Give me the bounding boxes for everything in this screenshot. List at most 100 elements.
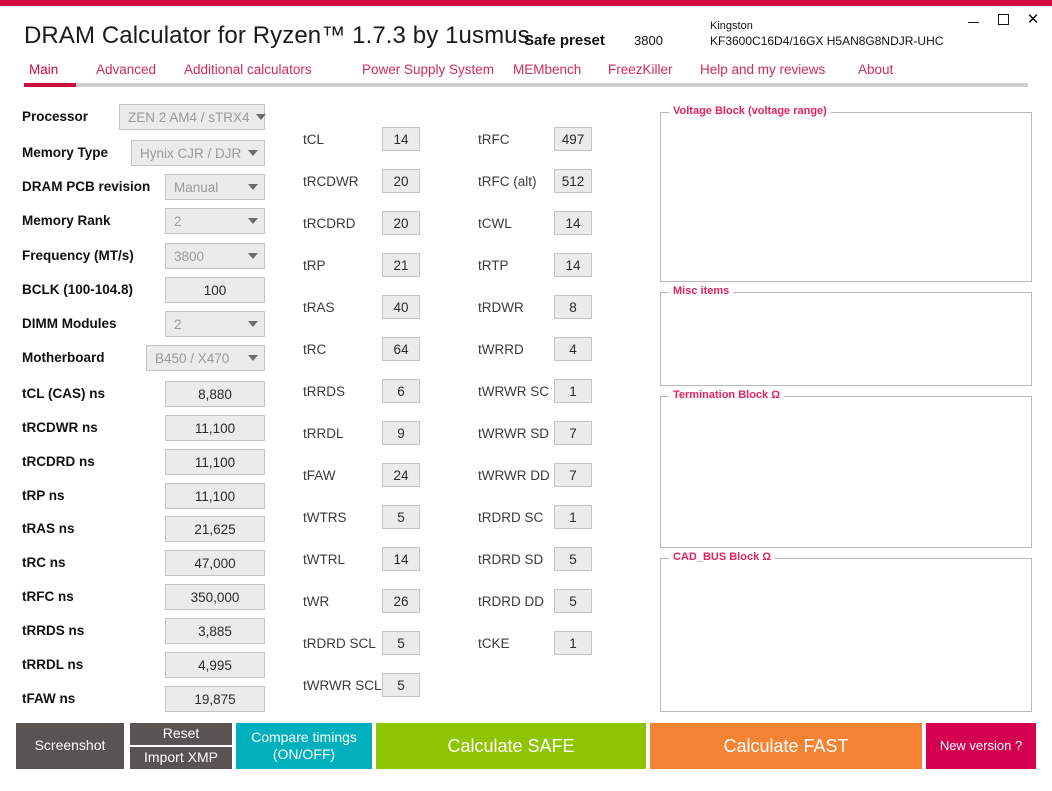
config-label-trrds-ns: tRRDS ns — [22, 623, 85, 638]
cad-bus-block-title: CAD_BUS Block Ω — [669, 551, 776, 563]
config-select-memory-rank[interactable]: 2 — [165, 208, 265, 234]
tab-additional-calculators[interactable]: Additional calculators — [184, 62, 312, 77]
timing-input-twrwr-dd[interactable]: 7 — [554, 463, 592, 487]
config-select-frequency-mt-s[interactable]: 3800 — [165, 243, 265, 269]
timing-input-trdrd-dd[interactable]: 5 — [554, 589, 592, 613]
chevron-down-icon — [248, 184, 258, 190]
timing-input-trc[interactable]: 64 — [382, 337, 420, 361]
config-select-motherboard[interactable]: B450 / X470 — [146, 345, 265, 371]
timing-input-twtrs[interactable]: 5 — [382, 505, 420, 529]
config-input-trfc-ns[interactable]: 350,000 — [165, 584, 265, 610]
calculate-safe-button[interactable]: Calculate SAFE — [376, 723, 646, 769]
config-label-trrdl-ns: tRRDL ns — [22, 657, 84, 672]
config-input-tcl-cas-ns[interactable]: 8,880 — [165, 381, 265, 407]
config-select-memory-type[interactable]: Hynix CJR / DJR — [131, 140, 265, 166]
config-select-value-motherboard: B450 / X470 — [155, 350, 230, 366]
maximize-button[interactable] — [988, 6, 1018, 32]
config-input-trcdwr-ns[interactable]: 11,100 — [165, 415, 265, 441]
minimize-icon — [967, 21, 979, 23]
timing-input-trcdwr[interactable]: 20 — [382, 169, 420, 193]
timing-label-trdrd-sc: tRDRD SC — [478, 510, 544, 525]
page-title: DRAM Calculator for Ryzen™ 1.7.3 by 1usm… — [24, 22, 530, 49]
timing-input-tcke[interactable]: 1 — [554, 631, 592, 655]
calculate-fast-button[interactable]: Calculate FAST — [650, 723, 922, 769]
close-button[interactable]: ✕ — [1018, 6, 1048, 32]
timing-input-twrwr-sc[interactable]: 1 — [554, 379, 592, 403]
chevron-down-icon — [248, 321, 258, 327]
timing-label-trdrd-sd: tRDRD SD — [478, 552, 544, 567]
timing-input-trtp[interactable]: 14 — [554, 253, 592, 277]
reset-button[interactable]: Reset — [130, 723, 232, 745]
maximize-icon — [997, 13, 1009, 25]
timing-input-trdrd-sd[interactable]: 5 — [554, 547, 592, 571]
config-input-trrds-ns[interactable]: 3,885 — [165, 618, 265, 644]
timing-input-twtrl[interactable]: 14 — [382, 547, 420, 571]
timing-label-twtrs: tWTRS — [303, 510, 347, 525]
timing-input-twr[interactable]: 26 — [382, 589, 420, 613]
misc-items-title: Misc items — [669, 285, 734, 297]
compare-timings-button[interactable]: Compare timings (ON/OFF) — [236, 723, 372, 769]
timing-input-tras[interactable]: 40 — [382, 295, 420, 319]
tab-power-supply-system[interactable]: Power Supply System — [362, 62, 494, 77]
config-label-dram-pcb-revision: DRAM PCB revision — [22, 179, 151, 194]
config-select-dram-pcb-revision[interactable]: Manual — [165, 174, 265, 200]
timing-input-trdrd-sc[interactable]: 1 — [554, 505, 592, 529]
config-label-tcl-cas-ns: tCL (CAS) ns — [22, 386, 105, 401]
timing-input-trp[interactable]: 21 — [382, 253, 420, 277]
cad-bus-block-group: CAD_BUS Block Ω Rec.Alt. 1Alt. 2Alt. 3CA… — [660, 551, 1032, 712]
termination-block-title: Termination Block Ω — [669, 389, 785, 401]
timing-label-twtrl: tWTRL — [303, 552, 345, 567]
config-label-trfc-ns: tRFC ns — [22, 589, 74, 604]
config-input-tfaw-ns[interactable]: 19,875 — [165, 686, 265, 712]
voltage-block-title: Voltage Block (voltage range) — [669, 105, 831, 117]
timing-label-twrwr-scl: tWRWR SCL — [303, 678, 382, 693]
timing-label-trdwr: tRDWR — [478, 300, 524, 315]
config-label-processor: Processor — [22, 109, 89, 124]
timing-input-trdrd-scl[interactable]: 5 — [382, 631, 420, 655]
config-input-bclk-100-104-8[interactable]: 100 — [165, 277, 265, 303]
timing-label-trcdwr: tRCDWR — [303, 174, 359, 189]
timing-input-trrds[interactable]: 6 — [382, 379, 420, 403]
timing-input-trfc[interactable]: 497 — [554, 127, 592, 151]
tab-freezkiller[interactable]: FreezKiller — [608, 62, 673, 77]
timing-label-tcwl: tCWL — [478, 216, 512, 231]
config-input-trp-ns[interactable]: 11,100 — [165, 483, 265, 509]
timing-label-trdrd-scl: tRDRD SCL — [303, 636, 376, 651]
tab-main[interactable]: Main — [29, 62, 58, 77]
config-select-value-dram-pcb-revision: Manual — [174, 179, 219, 195]
timing-input-trfc-alt[interactable]: 512 — [554, 169, 592, 193]
tab-membench[interactable]: MEMbench — [513, 62, 581, 77]
timing-input-trcdrd[interactable]: 20 — [382, 211, 420, 235]
config-input-trrdl-ns[interactable]: 4,995 — [165, 652, 265, 678]
window-controls: ✕ — [958, 6, 1048, 32]
config-select-value-memory-type: Hynix CJR / DJR — [140, 145, 242, 161]
minimize-button[interactable] — [958, 6, 988, 32]
timing-input-twrwr-sd[interactable]: 7 — [554, 421, 592, 445]
timing-input-tfaw[interactable]: 24 — [382, 463, 420, 487]
tab-help-and-my-reviews[interactable]: Help and my reviews — [700, 62, 825, 77]
tab-about[interactable]: About — [858, 62, 893, 77]
config-input-trc-ns[interactable]: 47,000 — [165, 550, 265, 576]
timing-input-trrdl[interactable]: 9 — [382, 421, 420, 445]
new-version-button[interactable]: New version ? — [926, 723, 1036, 769]
config-select-value-memory-rank: 2 — [174, 213, 182, 229]
chevron-down-icon — [248, 218, 258, 224]
import-xmp-button[interactable]: Import XMP — [130, 747, 232, 769]
timing-input-tcwl[interactable]: 14 — [554, 211, 592, 235]
config-input-tras-ns[interactable]: 21,625 — [165, 516, 265, 542]
screenshot-button[interactable]: Screenshot — [16, 723, 124, 769]
config-input-trcdrd-ns[interactable]: 11,100 — [165, 449, 265, 475]
memory-kit-part-number: KF3600C16D4/16GX H5AN8G8NDJR-UHC — [710, 34, 944, 48]
timing-input-twrrd[interactable]: 4 — [554, 337, 592, 361]
nav-tabs: Main Advanced Additional calculators Power … — [0, 58, 1052, 88]
memory-kit-brand: Kingston — [710, 20, 753, 32]
timing-input-twrwr-scl[interactable]: 5 — [382, 673, 420, 697]
nav-underline-track — [24, 83, 1028, 87]
timing-input-trdwr[interactable]: 8 — [554, 295, 592, 319]
tab-advanced[interactable]: Advanced — [96, 62, 156, 77]
config-select-processor[interactable]: ZEN 2 AM4 / sTRX4 — [119, 104, 266, 130]
timing-label-tcl: tCL — [303, 132, 325, 147]
config-select-dimm-modules[interactable]: 2 — [165, 311, 265, 337]
timing-input-tcl[interactable]: 14 — [382, 127, 420, 151]
timing-label-twrrd: tWRRD — [478, 342, 524, 357]
